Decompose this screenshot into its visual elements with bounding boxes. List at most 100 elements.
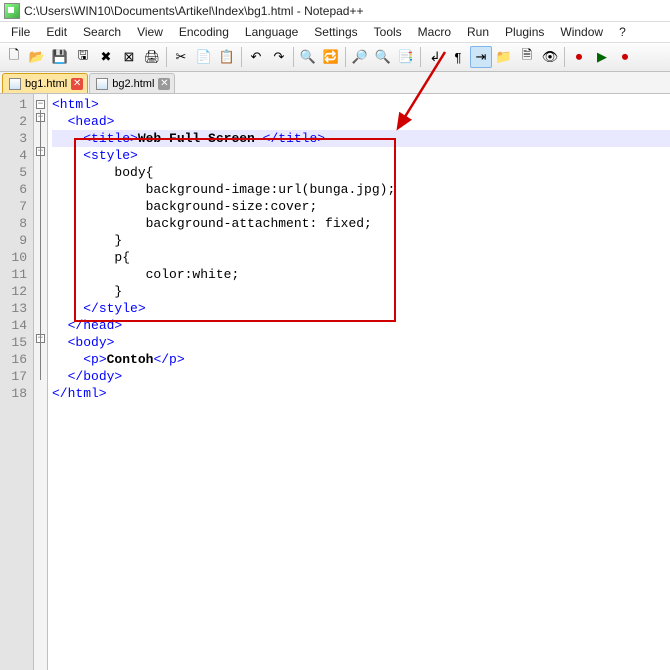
line-number: 10 xyxy=(0,249,27,266)
line-number: 14 xyxy=(0,317,27,334)
toolbar-separator xyxy=(345,47,346,67)
menu-help[interactable]: ? xyxy=(612,23,633,41)
rec2-icon[interactable]: ⏺ xyxy=(614,46,636,68)
code-line[interactable]: </head> xyxy=(52,317,670,334)
indent-guide-icon[interactable]: ⇥ xyxy=(470,46,492,68)
line-number-gutter: 123456789101112131415161718 xyxy=(0,94,34,670)
open-icon[interactable]: 📂 xyxy=(26,46,48,68)
menu-window[interactable]: Window xyxy=(553,23,610,41)
menu-encoding[interactable]: Encoding xyxy=(172,23,236,41)
code-line[interactable]: <style> xyxy=(52,147,670,164)
code-line[interactable]: color:white; xyxy=(52,266,670,283)
line-number: 7 xyxy=(0,198,27,215)
tab-close-icon[interactable]: ✕ xyxy=(158,78,170,90)
lang-icon[interactable]: 🗎 xyxy=(516,46,538,68)
zoomout-icon[interactable]: 🔍 xyxy=(372,46,394,68)
sync-icon[interactable]: 📑 xyxy=(395,46,417,68)
save-icon[interactable]: 💾 xyxy=(49,46,71,68)
line-number: 16 xyxy=(0,351,27,368)
file-icon xyxy=(9,78,21,90)
fold-minus-icon[interactable]: − xyxy=(36,100,45,109)
fold-gutter: − − − − xyxy=(34,94,48,670)
find-icon[interactable]: 🔍 xyxy=(297,46,319,68)
print-icon[interactable]: 🖨 xyxy=(141,46,163,68)
allchars-icon[interactable]: ¶ xyxy=(447,46,469,68)
line-number: 1 xyxy=(0,96,27,113)
line-number: 9 xyxy=(0,232,27,249)
file-icon xyxy=(96,78,108,90)
play-icon[interactable]: ▶ xyxy=(591,46,613,68)
cut-icon[interactable]: ✂ xyxy=(170,46,192,68)
code-line[interactable]: p{ xyxy=(52,249,670,266)
line-number: 3 xyxy=(0,130,27,147)
toolbar: 🗋 📂 💾 🖫 ✖ ⊠ 🖨 ✂ 📄 📋 ↶ ↷ 🔍 🔁 🔎 🔍 📑 ↲ ¶ ⇥ … xyxy=(0,42,670,72)
redo-icon[interactable]: ↷ xyxy=(268,46,290,68)
folder-icon[interactable]: 📁 xyxy=(493,46,515,68)
copy-icon[interactable]: 📄 xyxy=(193,46,215,68)
tab-label: bg1.html xyxy=(25,78,67,90)
line-number: 2 xyxy=(0,113,27,130)
code-line[interactable]: <head> xyxy=(52,113,670,130)
tab-bg2[interactable]: bg2.html ✕ xyxy=(89,73,175,93)
menu-plugins[interactable]: Plugins xyxy=(498,23,551,41)
menu-view[interactable]: View xyxy=(130,23,170,41)
replace-icon[interactable]: 🔁 xyxy=(320,46,342,68)
editor: 123456789101112131415161718 − − − − <htm… xyxy=(0,94,670,670)
tab-label: bg2.html xyxy=(112,78,154,90)
code-area[interactable]: <html> <head> <title>Web Full Screen </t… xyxy=(48,94,670,670)
window-title: C:\Users\WIN10\Documents\Artikel\Index\b… xyxy=(24,4,363,18)
code-line[interactable]: background-size:cover; xyxy=(52,198,670,215)
toolbar-separator xyxy=(420,47,421,67)
code-line[interactable]: <title>Web Full Screen </title> xyxy=(52,130,670,147)
line-number: 18 xyxy=(0,385,27,402)
menubar: File Edit Search View Encoding Language … xyxy=(0,22,670,42)
line-number: 8 xyxy=(0,215,27,232)
menu-search[interactable]: Search xyxy=(76,23,128,41)
code-line[interactable]: background-attachment: fixed; xyxy=(52,215,670,232)
line-number: 6 xyxy=(0,181,27,198)
code-line[interactable]: <html> xyxy=(52,96,670,113)
menu-tools[interactable]: Tools xyxy=(367,23,409,41)
line-number: 15 xyxy=(0,334,27,351)
toolbar-separator xyxy=(241,47,242,67)
code-line[interactable]: body{ xyxy=(52,164,670,181)
toolbar-separator xyxy=(166,47,167,67)
line-number: 5 xyxy=(0,164,27,181)
monitor-icon[interactable]: 👁 xyxy=(539,46,561,68)
app-icon xyxy=(4,3,20,19)
code-line[interactable]: } xyxy=(52,232,670,249)
code-line[interactable]: <p>Contoh</p> xyxy=(52,351,670,368)
menu-run[interactable]: Run xyxy=(460,23,496,41)
line-number: 11 xyxy=(0,266,27,283)
new-icon[interactable]: 🗋 xyxy=(3,46,25,68)
zoomin-icon[interactable]: 🔎 xyxy=(349,46,371,68)
closeall-icon[interactable]: ⊠ xyxy=(118,46,140,68)
code-line[interactable]: </body> xyxy=(52,368,670,385)
wrap-icon[interactable]: ↲ xyxy=(424,46,446,68)
code-line[interactable]: background-image:url(bunga.jpg); xyxy=(52,181,670,198)
tab-close-icon[interactable]: ✕ xyxy=(71,78,83,90)
code-line[interactable]: } xyxy=(52,283,670,300)
menu-settings[interactable]: Settings xyxy=(307,23,364,41)
saveall-icon[interactable]: 🖫 xyxy=(72,46,94,68)
line-number: 4 xyxy=(0,147,27,164)
code-line[interactable]: </style> xyxy=(52,300,670,317)
code-line[interactable]: </html> xyxy=(52,385,670,402)
paste-icon[interactable]: 📋 xyxy=(216,46,238,68)
tab-bg1[interactable]: bg1.html ✕ xyxy=(2,73,88,93)
menu-file[interactable]: File xyxy=(4,23,37,41)
toolbar-separator xyxy=(564,47,565,67)
line-number: 12 xyxy=(0,283,27,300)
line-number: 17 xyxy=(0,368,27,385)
toolbar-separator xyxy=(293,47,294,67)
menu-edit[interactable]: Edit xyxy=(39,23,74,41)
menu-language[interactable]: Language xyxy=(238,23,305,41)
titlebar: C:\Users\WIN10\Documents\Artikel\Index\b… xyxy=(0,0,670,22)
undo-icon[interactable]: ↶ xyxy=(245,46,267,68)
code-line[interactable]: <body> xyxy=(52,334,670,351)
record-icon[interactable]: ⏺ xyxy=(568,46,590,68)
line-number: 13 xyxy=(0,300,27,317)
close-icon[interactable]: ✖ xyxy=(95,46,117,68)
tabbar: bg1.html ✕ bg2.html ✕ xyxy=(0,72,670,94)
menu-macro[interactable]: Macro xyxy=(411,23,458,41)
